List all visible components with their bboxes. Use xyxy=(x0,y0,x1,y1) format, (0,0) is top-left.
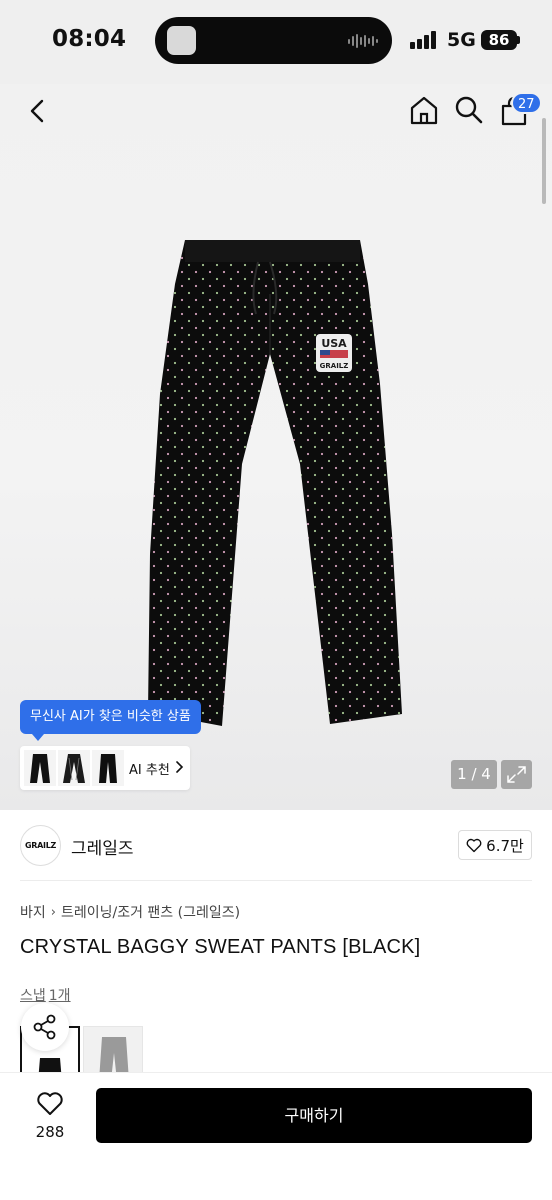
ai-recommend-label: AI 추천 xyxy=(129,763,170,778)
brand-name[interactable]: 그레일즈 xyxy=(71,834,134,859)
share-button[interactable] xyxy=(21,1003,69,1051)
snap-link[interactable]: 스냅 1개 xyxy=(20,985,74,1005)
chevron-right-icon: › xyxy=(50,904,56,920)
audio-wave-icon xyxy=(348,33,378,49)
product-gallery[interactable]: 27 USA GRAILZ 무신사 AI가 찾은 비슷한 상품 AI 추천 1 … xyxy=(0,84,552,810)
tooltip-tail xyxy=(32,734,44,741)
brand-logo[interactable]: GRAILZ xyxy=(20,825,61,866)
battery-tip xyxy=(517,36,520,44)
dynamic-island xyxy=(155,17,392,64)
divider xyxy=(20,880,532,881)
battery-icon: 86 xyxy=(481,30,517,50)
back-icon[interactable] xyxy=(24,96,52,126)
buy-button[interactable]: 구매하기 xyxy=(96,1088,532,1143)
heart-outline-icon xyxy=(466,838,482,852)
network-label: 5G xyxy=(447,29,476,51)
wishlist-button[interactable]: 288 xyxy=(30,1091,70,1151)
expand-button[interactable] xyxy=(501,760,532,789)
svg-text:USA: USA xyxy=(321,337,347,350)
home-icon[interactable] xyxy=(408,94,440,126)
breadcrumb-item[interactable]: 바지 xyxy=(20,902,46,922)
status-time: 08:04 xyxy=(52,26,127,52)
brand-like-button[interactable]: 6.7만 xyxy=(458,830,532,860)
scroll-indicator xyxy=(542,118,546,204)
signal-icon xyxy=(410,31,436,49)
snap-label: 스냅 xyxy=(20,988,46,1004)
wishlist-count: 288 xyxy=(35,1123,65,1141)
similar-product-thumb[interactable] xyxy=(24,750,56,786)
product-image: USA GRAILZ xyxy=(148,240,402,726)
cart-count-badge: 27 xyxy=(511,92,542,114)
bottom-action-bar: 288 구매하기 xyxy=(0,1072,552,1200)
similar-product-thumb[interactable] xyxy=(58,750,90,786)
ai-similar-tooltip[interactable]: 무신사 AI가 찾은 비슷한 상품 xyxy=(20,700,201,734)
breadcrumb-item[interactable]: 트레이닝/조거 팬츠 (그레일즈) xyxy=(61,902,240,922)
heart-outline-icon xyxy=(37,1092,63,1115)
search-icon[interactable] xyxy=(453,94,485,126)
share-icon xyxy=(33,1014,56,1040)
status-bar: 08:04 5G 86 xyxy=(0,0,552,84)
page-indicator: 1 / 4 xyxy=(451,760,497,789)
usa-grailz-print: USA GRAILZ xyxy=(316,334,352,372)
breadcrumb: 바지 › 트레이닝/조거 팬츠 (그레일즈) xyxy=(20,902,240,922)
app-icon xyxy=(167,26,196,55)
snap-count: 1개 xyxy=(48,988,71,1004)
svg-text:GRAILZ: GRAILZ xyxy=(320,362,349,370)
similar-product-thumb[interactable] xyxy=(92,750,124,786)
expand-icon xyxy=(507,766,526,783)
chevron-right-icon xyxy=(176,761,184,773)
brand-like-count: 6.7만 xyxy=(486,836,524,855)
ai-recommend-card[interactable]: AI 추천 xyxy=(20,746,190,790)
product-title: CRYSTAL BAGGY SWEAT PANTS [BLACK] xyxy=(20,936,421,958)
